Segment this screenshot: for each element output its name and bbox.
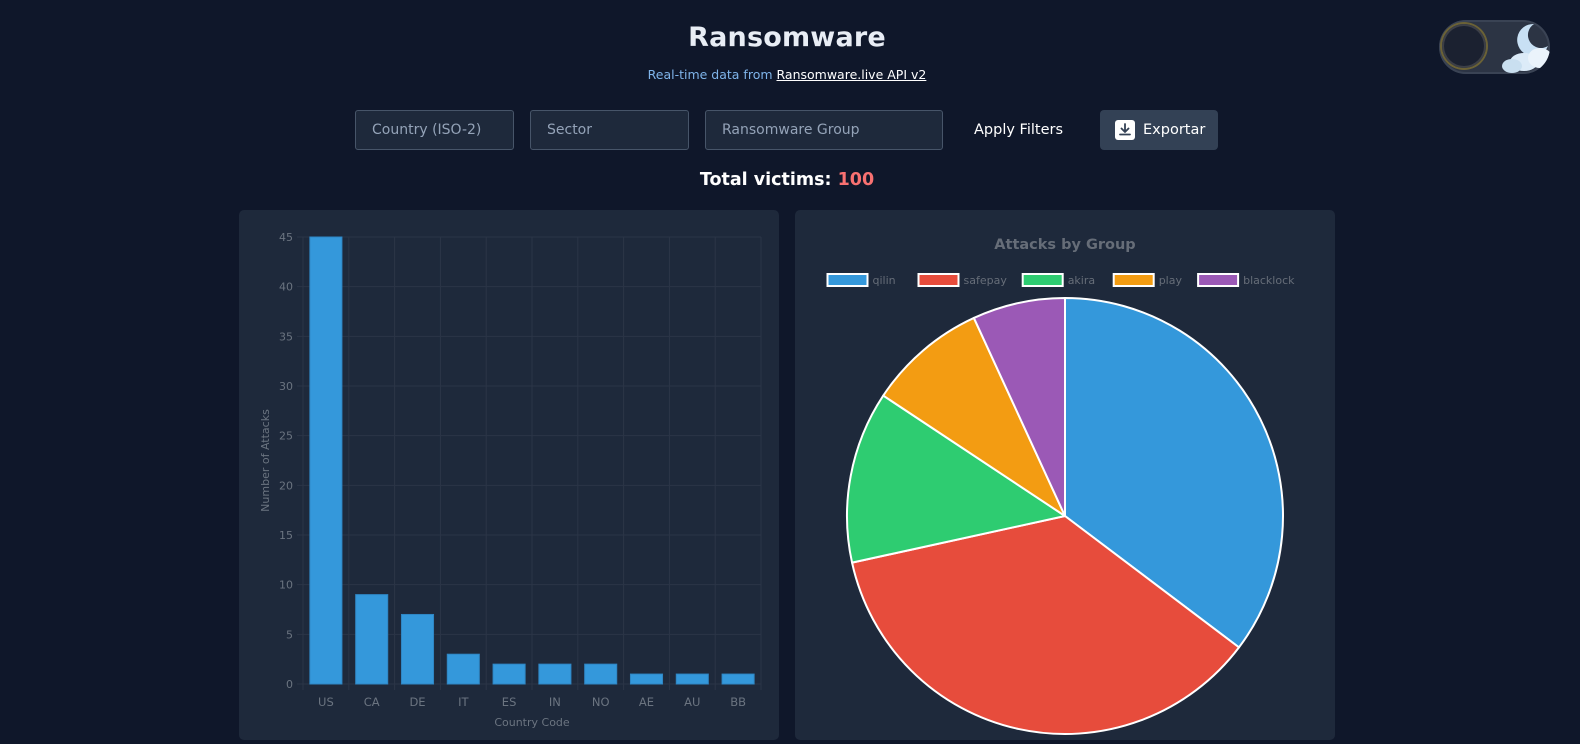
bar-au[interactable]	[675, 673, 709, 685]
x-axis-label: Country Code	[494, 716, 570, 729]
x-tick-label: BB	[730, 695, 746, 709]
y-tick-label: 45	[279, 231, 293, 244]
x-tick-label: ES	[502, 695, 517, 709]
theme-toggle[interactable]	[1439, 20, 1550, 74]
legend-swatch	[1021, 273, 1064, 287]
legend-item-akira[interactable]: akira	[1021, 273, 1095, 287]
bar-chart-card: 0 5 10 15 20 25 30 35 40 45 US CA DE IT ES IN NO AE AU BB Co…	[239, 210, 779, 740]
legend-swatch	[917, 273, 960, 287]
legend-item-qilin[interactable]: qilin	[826, 273, 896, 287]
bar-it[interactable]	[446, 653, 480, 685]
moon-icon	[1442, 24, 1486, 68]
y-tick-label: 0	[286, 678, 293, 691]
legend-swatch	[1197, 273, 1240, 287]
x-tick-label: US	[318, 695, 334, 709]
pie-chart: Attacks by Group qilin safepay akira play bla…	[826, 237, 1295, 735]
bar-us[interactable]	[309, 236, 343, 685]
bar-es[interactable]	[492, 663, 526, 685]
page-title: Ransomware	[688, 22, 886, 53]
legend-label: play	[1159, 274, 1183, 287]
x-tick-label: CA	[364, 695, 380, 709]
legend-label: akira	[1068, 274, 1095, 287]
y-tick-label: 10	[279, 579, 293, 592]
x-tick-label: AE	[639, 695, 654, 709]
group-input[interactable]	[705, 110, 943, 150]
legend-item-play[interactable]: play	[1112, 273, 1183, 287]
legend-label: safepay	[964, 274, 1008, 287]
y-tick-label: 35	[279, 330, 293, 343]
api-link[interactable]: Ransomware.live API v2	[777, 67, 927, 82]
bar-chart: 0 5 10 15 20 25 30 35 40 45 US CA DE IT ES IN NO AE AU BB Co…	[259, 231, 762, 729]
download-icon	[1115, 120, 1135, 140]
page-subtitle: Real-time data from Ransomware.live API …	[0, 67, 1574, 82]
x-tick-label: IN	[549, 695, 561, 709]
pie-legend: qilin safepay akira play blacklock	[826, 273, 1295, 287]
bar-de[interactable]	[400, 613, 435, 685]
x-tick-label: DE	[409, 695, 425, 709]
apply-filters-button[interactable]: Apply Filters	[965, 110, 1075, 150]
y-tick-label: 30	[279, 380, 293, 393]
total-victims-label: Total victims:	[699, 170, 832, 190]
bar-in[interactable]	[538, 663, 572, 685]
pie-chart-card: Attacks by Group qilin safepay akira play bla…	[795, 210, 1335, 740]
y-tick-label: 25	[279, 430, 293, 443]
legend-label: qilin	[873, 274, 896, 287]
bar-bb[interactable]	[721, 673, 755, 685]
legend-label: blacklock	[1243, 274, 1295, 287]
bar-ca[interactable]	[355, 594, 389, 685]
total-victims: Total victims: 100	[0, 170, 1574, 190]
legend-swatch	[826, 273, 869, 287]
legend-item-safepay[interactable]: safepay	[917, 273, 1008, 287]
export-button[interactable]: Exportar	[1100, 110, 1218, 150]
subtitle-prefix: Real-time data from	[647, 67, 777, 82]
legend-item-blacklock[interactable]: blacklock	[1197, 273, 1295, 287]
y-axis-label: Number of Attacks	[259, 409, 272, 512]
pie-title: Attacks by Group	[994, 237, 1135, 253]
sector-input[interactable]	[530, 110, 689, 150]
x-tick-label: IT	[458, 695, 469, 709]
bar-no[interactable]	[584, 663, 618, 685]
cloud-icon	[1502, 23, 1550, 73]
y-tick-label: 15	[279, 529, 293, 542]
y-tick-label: 20	[279, 479, 293, 492]
x-tick-label: NO	[592, 695, 610, 709]
y-tick-label: 5	[286, 628, 293, 641]
country-input[interactable]	[355, 110, 514, 150]
bar-ae[interactable]	[629, 673, 664, 685]
legend-swatch	[1112, 273, 1155, 287]
total-victims-value: 100	[837, 170, 875, 190]
export-label: Exportar	[1143, 122, 1206, 138]
y-tick-label: 40	[279, 281, 293, 294]
x-tick-label: AU	[684, 695, 700, 709]
